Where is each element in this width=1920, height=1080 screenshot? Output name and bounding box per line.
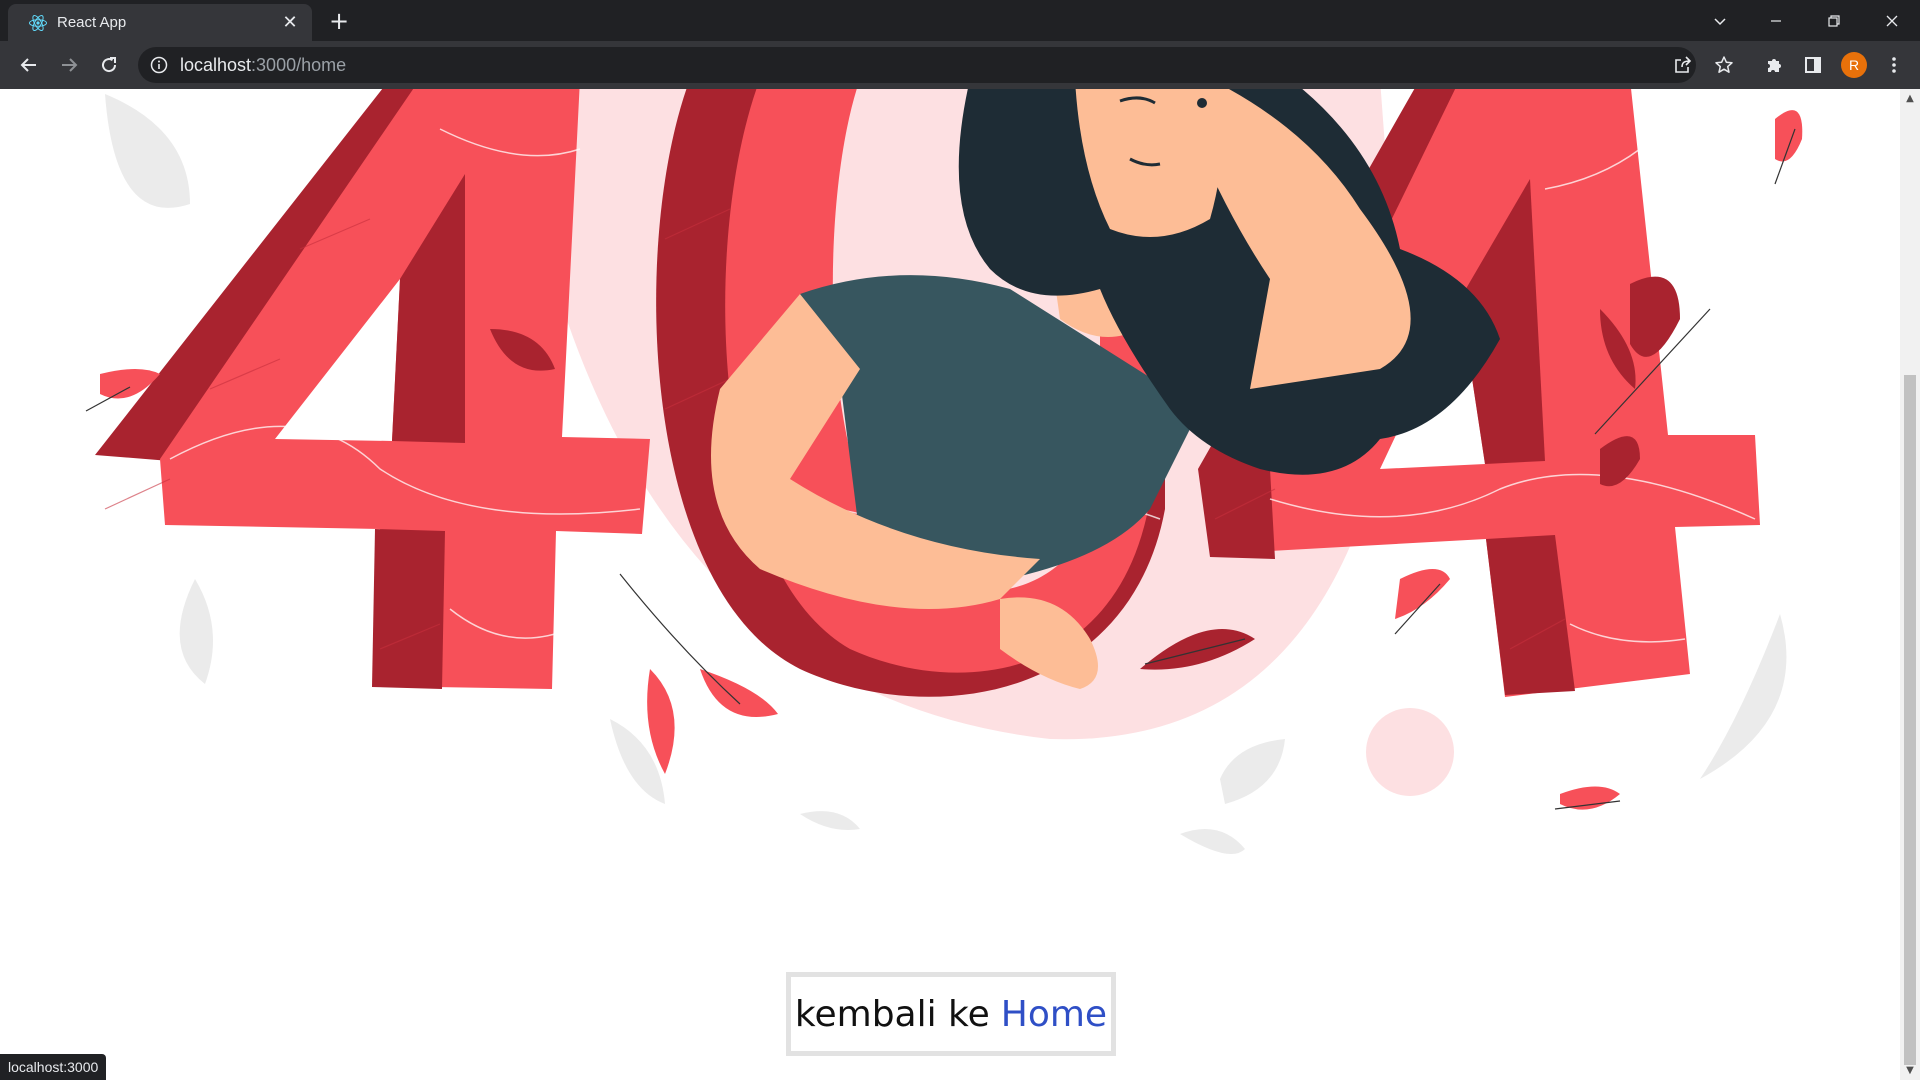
close-icon xyxy=(1886,15,1898,26)
side-panel-button[interactable] xyxy=(1801,53,1825,77)
profile-avatar[interactable]: R xyxy=(1841,52,1867,78)
reload-button[interactable] xyxy=(93,49,125,81)
back-text: kembali ke xyxy=(794,993,990,1035)
side-panel-icon xyxy=(1805,57,1821,73)
minimize-icon xyxy=(1771,19,1781,22)
react-logo-icon xyxy=(29,14,47,32)
browser-toolbar: localhost:3000/home R xyxy=(0,41,1920,89)
home-link[interactable]: Home xyxy=(1001,994,1107,1035)
arrow-left-icon xyxy=(20,58,36,72)
scroll-up-arrow-icon[interactable]: ▲ xyxy=(1900,89,1920,109)
error-404-illustration xyxy=(85,89,1803,854)
minimize-button[interactable] xyxy=(1748,0,1804,41)
star-icon xyxy=(1715,56,1733,73)
pink-bubble xyxy=(1366,708,1454,796)
page-viewport: kembali ke Home ▲ ▼ xyxy=(0,89,1920,1080)
scrollbar-thumb[interactable] xyxy=(1904,375,1916,1065)
back-to-home-box: kembali ke Home xyxy=(786,972,1116,1056)
vertical-scrollbar[interactable]: ▲ ▼ xyxy=(1900,89,1920,1080)
restore-button[interactable] xyxy=(1806,0,1862,41)
tab-title: React App xyxy=(57,14,127,31)
url-host: localhost xyxy=(180,55,252,75)
scroll-down-arrow-icon[interactable]: ▼ xyxy=(1900,1062,1920,1080)
puzzle-icon xyxy=(1768,59,1781,72)
tab-search-button[interactable] xyxy=(1692,0,1748,41)
back-button[interactable] xyxy=(13,49,45,81)
status-bubble: localhost:3000 xyxy=(0,1054,107,1080)
url-path: :3000/home xyxy=(251,55,347,75)
extensions-button[interactable] xyxy=(1762,53,1786,77)
restore-icon xyxy=(1828,14,1840,27)
arrow-right-icon xyxy=(62,58,78,72)
info-icon[interactable] xyxy=(150,56,168,74)
tab-strip: React App ✕ + xyxy=(0,0,1920,41)
bookmark-button[interactable] xyxy=(1712,53,1736,77)
woman-eye xyxy=(1197,98,1207,108)
digit-4-left-stem-shade xyxy=(372,529,445,689)
chrome-menu-button[interactable] xyxy=(1882,53,1906,77)
kebab-menu-icon xyxy=(1892,57,1896,73)
chevron-down-icon xyxy=(1714,17,1726,25)
address-bar[interactable]: localhost:3000/home xyxy=(138,47,1696,83)
new-tab-button[interactable]: + xyxy=(326,9,352,35)
close-window-button[interactable] xyxy=(1864,0,1920,41)
share-button[interactable] xyxy=(1671,53,1695,77)
url-text[interactable]: localhost:3000/home xyxy=(180,55,346,76)
share-icon xyxy=(1675,56,1692,73)
tab-close-icon[interactable]: ✕ xyxy=(280,13,300,33)
tab-react-app[interactable]: React App ✕ xyxy=(8,4,312,41)
reload-icon xyxy=(102,57,117,73)
forward-button[interactable] xyxy=(53,49,85,81)
